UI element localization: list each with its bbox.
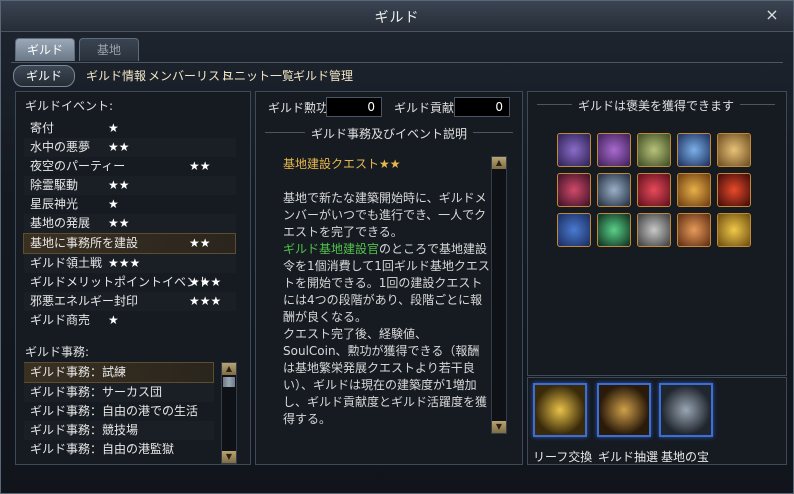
- golden-scroll-icon[interactable]: [717, 133, 751, 167]
- gold-coin-pouch-icon[interactable]: [677, 173, 711, 207]
- description-scrollbar[interactable]: ▲ ▼: [491, 156, 507, 434]
- scroll-thumb[interactable]: [223, 377, 235, 387]
- affairs-header: ギルド事務:: [25, 345, 90, 359]
- gold-ingots-icon[interactable]: [717, 213, 751, 247]
- tab-base[interactable]: 基地: [79, 38, 139, 61]
- rewards-title: ギルドは褒美を獲得できます: [537, 97, 775, 114]
- roasted-meat-icon[interactable]: [677, 213, 711, 247]
- shovel-icon[interactable]: [637, 213, 671, 247]
- description-title: ギルド事務及びイベント説明: [265, 125, 513, 142]
- description-text: 基地建設クエスト★★ 基地で新たな建築開始時に、ギルドメンバーがいつでも進行でき…: [283, 156, 491, 428]
- list-item[interactable]: ギルド事務：自由の港での生活: [24, 402, 214, 421]
- scroll-up-icon[interactable]: ▲: [222, 363, 236, 375]
- guild-lottery-label[interactable]: ギルド抽選: [598, 448, 658, 465]
- list-item-selected[interactable]: 基地に事務所を建設 ★★: [23, 233, 236, 254]
- scroll-down-icon[interactable]: ▼: [222, 451, 236, 463]
- scroll-up-icon[interactable]: ▲: [492, 157, 506, 169]
- cocktail-icon[interactable]: [597, 213, 631, 247]
- base-treasure-label[interactable]: 基地の宝: [661, 448, 709, 465]
- list-item[interactable]: 寄付 ★: [24, 119, 236, 138]
- list-item[interactable]: ギルド事務：競技場: [24, 421, 214, 440]
- map-scroll-icon[interactable]: [637, 133, 671, 167]
- red-gem-icon[interactable]: [637, 173, 671, 207]
- guild-window: ギルド × ギルド 基地 ギルド ギルド情報 メンバーリスト ユニット一覧 ギル…: [0, 0, 794, 494]
- treasure-chest-icon[interactable]: [597, 133, 631, 167]
- list-item[interactable]: 水中の悪夢 ★★: [24, 138, 236, 157]
- scroll-icon[interactable]: [557, 133, 591, 167]
- blueprint-icon[interactable]: [557, 213, 591, 247]
- contribution-label: ギルド貢献: [394, 101, 455, 115]
- description-paragraph: ギルド基地建設官のところで基地建設令を1個消費して1回ギルド基地クエストを開始で…: [283, 242, 490, 324]
- unit-list-link[interactable]: ユニット一覧: [222, 67, 294, 84]
- guild-info-link[interactable]: ギルド情報: [86, 67, 146, 84]
- description-paragraph: 基地で新たな建築開始時に、ギルドメンバーがいつでも進行でき、一人でクエストを完了…: [283, 191, 487, 239]
- list-item[interactable]: ギルド領土戦 ★★★: [24, 254, 236, 273]
- purple-rune-icon[interactable]: [557, 173, 591, 207]
- red-crystal-icon[interactable]: [717, 173, 751, 207]
- list-item[interactable]: 邪悪エネルギー封印 ★★★: [24, 292, 236, 311]
- events-header: ギルドイベント:: [25, 99, 114, 113]
- events-list: 寄付 ★ 水中の悪夢 ★★ 夜空のパーティー ★★ 除霊駆動 ★★ 星辰神光 ★ 基地の発…: [23, 119, 236, 333]
- list-item[interactable]: 星辰神光 ★: [24, 195, 236, 214]
- contribution-value: 0: [454, 97, 510, 117]
- dragon-icon[interactable]: [597, 173, 631, 207]
- description-paragraph: クエスト完了後、経験値、SoulCoin、勲功が獲得できる（報酬は基地繁栄発展ク…: [283, 327, 488, 426]
- leaf-exchange-label[interactable]: リーフ交換: [533, 448, 592, 465]
- sub-navigation: ギルド ギルド情報 メンバーリスト ユニット一覧 ギルド管理: [11, 62, 783, 87]
- quest-title: 基地建設クエスト★★: [283, 157, 401, 171]
- list-item[interactable]: 夜空のパーティー ★★: [24, 157, 236, 176]
- list-item[interactable]: 除霊駆動 ★★: [24, 176, 236, 195]
- list-item[interactable]: 基地の発展 ★★: [24, 214, 236, 233]
- list-item[interactable]: ギルド商売 ★: [24, 311, 236, 330]
- guild-management-link[interactable]: ギルド管理: [293, 67, 353, 84]
- list-item[interactable]: ギルド事務：自由の港監獄: [24, 440, 214, 459]
- window-title: ギルド: [374, 10, 420, 26]
- list-item-selected[interactable]: ギルド事務：試練: [24, 362, 214, 383]
- golden-statue-icon[interactable]: [533, 383, 587, 437]
- affairs-list: ギルド事務：試練 ギルド事務：サーカス団 ギルド事務：自由の港での生活 ギルド事…: [24, 362, 214, 460]
- close-icon[interactable]: ×: [763, 6, 781, 24]
- list-item[interactable]: ギルド事務：サーカス団: [24, 383, 214, 402]
- scroll-down-icon[interactable]: ▼: [492, 421, 506, 433]
- silver-chest-icon[interactable]: [659, 383, 713, 437]
- affairs-scrollbar[interactable]: ▲ ▼: [221, 362, 237, 464]
- npc-name: ギルド基地建設官: [283, 242, 380, 256]
- member-list-link[interactable]: メンバーリスト: [148, 67, 232, 84]
- compass-icon[interactable]: [597, 383, 651, 437]
- merit-label: ギルド勲功: [268, 101, 329, 115]
- list-item[interactable]: ギルドメリットポイントイベント ★★★: [24, 273, 236, 292]
- tab-guild[interactable]: ギルド: [15, 38, 75, 61]
- guild-menu-button[interactable]: ギルド: [13, 65, 75, 87]
- merit-value: 0: [326, 97, 382, 117]
- title-bar: ギルド ×: [1, 1, 793, 32]
- crystal-wand-icon[interactable]: [677, 133, 711, 167]
